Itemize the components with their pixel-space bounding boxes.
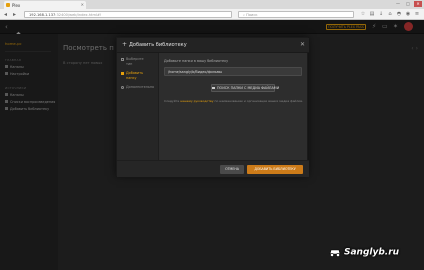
star-icon[interactable]: ☆ [360,11,366,17]
plus-icon: + [122,41,128,48]
folder-label: Добавьте папки в вашу библиотеку [164,59,229,63]
browser-toolbar: ◂ ▸ 192.168.1.137:32400/web/index.html#!… [0,9,424,20]
menu-icon[interactable]: ≡ [414,11,420,17]
folder-icon [121,72,124,75]
maximize-button[interactable]: □ [404,1,412,7]
browse-media-folder-button[interactable]: ПОИСК ПАПКИ С МЕДИА ФАЙЛАМИ [211,84,279,92]
search-placeholder: Поиск [246,13,258,17]
step-advanced[interactable]: Дополнительно [121,85,154,90]
help-text-start: Следуйте [164,99,181,103]
step-add-folder[interactable]: Добавить папку [121,71,143,81]
dialog-footer: ОТМЕНА ДОБАВИТЬ БИБЛИОТЕКУ [117,160,309,177]
clipboard-icon[interactable]: ▤ [369,11,375,17]
add-library-button[interactable]: ДОБАВИТЬ БИБЛИОТЕКУ [247,165,303,174]
browser-tab-title: Plex [12,3,21,8]
browse-button-label: ПОИСК ПАПКИ С МЕДИА ФАЙЛАМИ [217,86,280,90]
browser-tab[interactable]: Plex ✕ [4,1,86,9]
wizard-steps: Выберите тип Добавить папку Дополнительно [117,53,159,160]
browser-tab-strip: Plex ✕ — □ ✕ [0,0,424,9]
plex-favicon-icon [6,3,10,7]
watermark-text: Sanglyb.ru [344,247,400,258]
step-select-type[interactable]: Выберите тип [121,57,144,67]
forward-arrow-icon[interactable]: ▸ [13,11,16,18]
cancel-button[interactable]: ОТМЕНА [220,165,244,174]
tab-close-icon[interactable]: ✕ [81,2,84,7]
close-window-button[interactable]: ✕ [414,1,422,7]
add-library-dialog: + Добавить библиотеку ✕ Выберите тип Доба… [116,37,309,177]
step-label: папку [126,76,137,80]
dialog-content: Добавьте папки в вашу библиотеку /home/s… [159,53,309,160]
search-input[interactable]: ⌕ Поиск [238,11,354,18]
download-icon[interactable]: ↓ [378,11,384,17]
url-path: :32400/web/index.html#! [55,13,102,17]
address-bar[interactable]: 192.168.1.137:32400/web/index.html#! [24,11,232,18]
gear-icon [121,86,124,89]
step-label: тип [126,62,133,66]
url-host: 192.168.1.137 [29,13,56,17]
pocket-icon[interactable]: ◓ [396,11,402,17]
folder-path-field[interactable]: /home/sangly/b/Видео/фильмы [164,67,302,76]
type-icon [121,58,124,61]
dialog-header: + Добавить библиотеку ✕ [117,38,309,53]
folder-icon [212,86,215,89]
help-text: Следуйте нашему руководству по наименова… [164,99,304,103]
step-label: Дополнительно [126,85,155,89]
dialog-title: Добавить библиотеку [129,42,187,48]
help-text-end: по наименованию и организации ваших меди… [213,99,303,103]
minimize-button[interactable]: — [394,1,402,7]
close-icon[interactable]: ✕ [300,41,305,49]
back-arrow-icon[interactable]: ◂ [4,11,7,18]
site-watermark: Sanglyb.ru [328,246,420,264]
car-logo-icon [328,246,342,258]
home-icon[interactable]: ⌂ [387,11,393,17]
guide-link[interactable]: нашему руководству [180,99,213,103]
extension-icon[interactable]: ◉ [405,11,411,17]
window-controls: — □ ✕ [394,1,422,7]
